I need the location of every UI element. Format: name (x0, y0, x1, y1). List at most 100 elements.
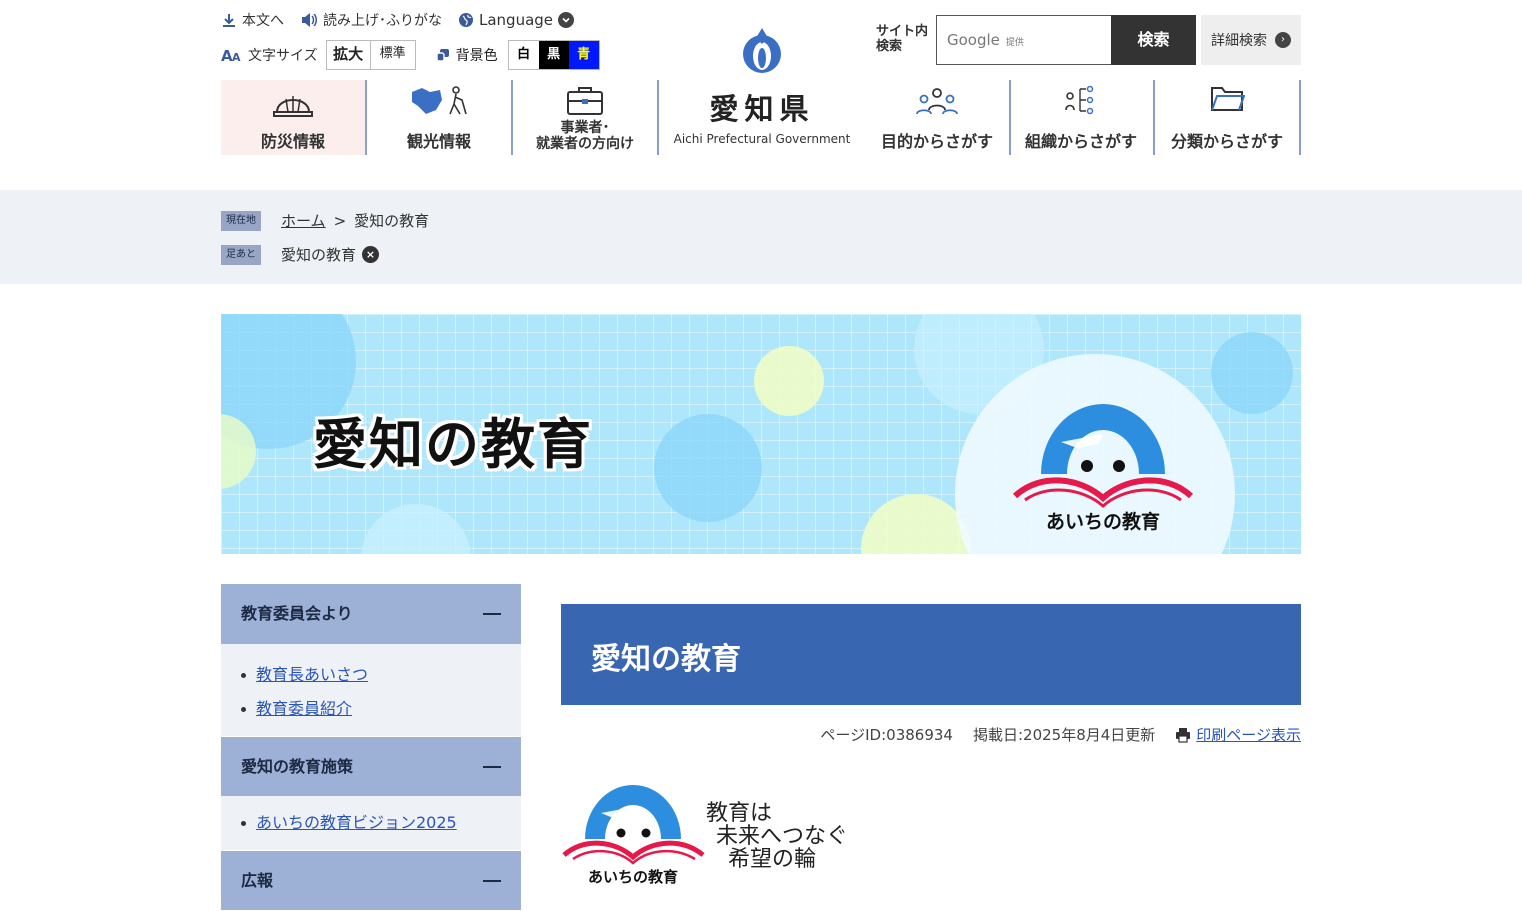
sidebar-link[interactable]: 教育長あいさつ (256, 658, 368, 692)
page-id: ページID:0386934 (820, 726, 953, 744)
svg-text:あいちの教育: あいちの教育 (1046, 510, 1160, 533)
briefcase-icon (567, 87, 603, 115)
print-label: 印刷ページ表示 (1196, 726, 1301, 744)
banner-bubble (1211, 332, 1293, 414)
bg-blue-button[interactable]: 青 (568, 41, 599, 69)
download-arrow-icon (223, 14, 235, 27)
paint-icon (435, 49, 449, 62)
nav-disaster-label: 防災情報 (260, 132, 325, 151)
font-size-label: AA 文字サイズ (221, 45, 318, 65)
nav-tourism-label: 観光情報 (406, 132, 471, 151)
advanced-search-label: 詳細検索 (1211, 33, 1267, 49)
google-provided-watermark: Google 提供 (947, 31, 1024, 49)
history-item: 愛知の教育 (281, 246, 357, 264)
nav-purpose[interactable]: 目的からさがす (865, 80, 1011, 155)
language-link[interactable]: Language (458, 11, 575, 29)
read-aloud-label: 読み上げ･ふりがな (323, 13, 442, 29)
background-color-label: 背景色 (435, 45, 498, 65)
language-label: Language (479, 11, 554, 29)
search-label-line1: サイト内 (876, 24, 929, 39)
sidebar-section-title: 教育委員会より (241, 604, 353, 623)
close-icon[interactable]: × (362, 246, 380, 263)
nav-category[interactable]: 分類からさがす (1155, 80, 1301, 155)
page-title: 愛知の教育 (591, 642, 741, 677)
font-size-switch: 拡大 標準 (325, 40, 416, 70)
sidebar-section-header[interactable]: 広報 (221, 850, 521, 910)
people-group-icon (916, 88, 958, 115)
background-color-switch: 白 黒 青 (507, 40, 600, 70)
site-header: 本文へ 読み上げ･ふりがな Language AA 文字サイズ 拡大 標準 背景… (0, 0, 1522, 190)
helmet-icon (273, 96, 313, 117)
banner-title: 愛知の教育 (313, 413, 593, 476)
logo-english-name: Aichi Prefectural Government (673, 132, 851, 146)
site-logo[interactable]: 愛知県 Aichi Prefectural Government (667, 26, 857, 146)
org-chart-icon (1065, 85, 1094, 115)
sidebar-link-list: あいちの教育ビジョン2025 (221, 796, 521, 850)
breadcrumb: 現在地 ホーム > 愛知の教育 (221, 210, 429, 231)
font-size-large-button[interactable]: 拡大 (327, 41, 371, 69)
site-search-label: サイト内 検索 (876, 24, 928, 54)
sidebar-section-header[interactable]: 教育委員会より (221, 584, 521, 644)
posted-date: 掲載日:2025年8月4日更新 (972, 726, 1156, 744)
history-trail: 足あと 愛知の教育 × (221, 244, 380, 265)
banner-bubble (654, 414, 762, 522)
advanced-search-button[interactable]: 詳細検索 › (1201, 15, 1301, 65)
list-item: 教育委員紹介 (241, 692, 521, 726)
nav-business[interactable]: 事業者･ 就業者の方向け (513, 80, 659, 155)
history-tag: 足あと (221, 244, 261, 265)
page-meta: ページID:0386934 掲載日:2025年8月4日更新 印刷ページ表示 (820, 724, 1301, 745)
font-size-icon: AA (221, 47, 241, 63)
banner-bubble (754, 346, 824, 416)
bg-white-button[interactable]: 白 (508, 41, 539, 69)
page-title-box: 愛知の教育 (561, 604, 1301, 705)
printer-icon (1176, 727, 1191, 743)
bg-black-button[interactable]: 黒 (538, 41, 569, 69)
skip-to-content-link[interactable]: 本文へ (221, 10, 284, 30)
aichi-education-logo-icon: あいちの教育 (562, 785, 705, 886)
hero-banner: 愛知の教育 あいちの教育 (221, 314, 1301, 554)
nav-tourism[interactable]: 観光情報 (367, 80, 513, 155)
globe-icon (459, 13, 473, 27)
sidebar-section-header[interactable]: 愛知の教育施策 (221, 736, 521, 796)
sidebar-link[interactable]: あいちの教育ビジョン2025 (256, 806, 457, 840)
search-button[interactable]: 検索 (1111, 15, 1196, 65)
sidebar-section-title: 愛知の教育施策 (241, 757, 354, 776)
collapse-minus-icon (483, 880, 501, 882)
read-aloud-link[interactable]: 読み上げ･ふりがな (300, 10, 442, 30)
list-item: 教育長あいさつ (241, 658, 521, 692)
collapse-minus-icon (483, 766, 501, 768)
slogan-line: 希望の輪 (728, 847, 817, 872)
nav-organization-label: 組織からさがす (1024, 132, 1137, 151)
aichi-education-logo-icon: あいちの教育 (1012, 404, 1194, 533)
list-item: あいちの教育ビジョン2025 (241, 806, 521, 840)
print-link[interactable]: 印刷ページ表示 (1175, 724, 1301, 745)
slogan-line: 未来へつなぐ (716, 824, 849, 849)
sidebar-link[interactable]: 教育委員紹介 (256, 692, 352, 726)
search-input[interactable]: Google 提供 (936, 15, 1112, 65)
slogan-line: 教育は (706, 801, 773, 826)
svg-text:A: A (232, 51, 241, 63)
nav-category-label: 分類からさがす (1170, 132, 1283, 151)
sidebar-link-list: 教育長あいさつ 教育委員紹介 (221, 644, 521, 736)
skip-to-content-label: 本文へ (242, 13, 284, 29)
nav-organization[interactable]: 組織からさがす (1009, 80, 1155, 155)
nav-disaster[interactable]: 防災情報 (221, 80, 367, 155)
sidebar: 教育委員会より 教育長あいさつ 教育委員紹介 愛知の教育施策 あいちの教育ビジョ… (221, 584, 521, 910)
aichi-emblem-icon (743, 28, 781, 73)
font-size-text: 文字サイズ (248, 48, 318, 64)
background-color-text: 背景色 (455, 48, 498, 64)
breadcrumb-current: 愛知の教育 (354, 212, 430, 230)
chevron-right-icon: › (1275, 32, 1291, 48)
tourism-map-icon (412, 86, 467, 115)
nav-purpose-label: 目的からさがす (880, 132, 993, 151)
display-settings: AA 文字サイズ 拡大 標準 背景色 白 黒 青 (221, 40, 600, 70)
utility-links: 本文へ 読み上げ･ふりがな Language (221, 10, 575, 30)
breadcrumb-separator: > (333, 211, 347, 230)
collapse-minus-icon (483, 613, 501, 615)
nav-business-label: 事業者･ 就業者の方向け (536, 120, 634, 152)
chevron-down-icon (558, 12, 575, 28)
slogan: 教育は 未来へつなぐ 希望の輪 (706, 802, 848, 871)
font-size-standard-button[interactable]: 標準 (371, 41, 415, 69)
search-label-line2: 検索 (876, 39, 903, 54)
breadcrumb-home-link[interactable]: ホーム (281, 210, 326, 231)
